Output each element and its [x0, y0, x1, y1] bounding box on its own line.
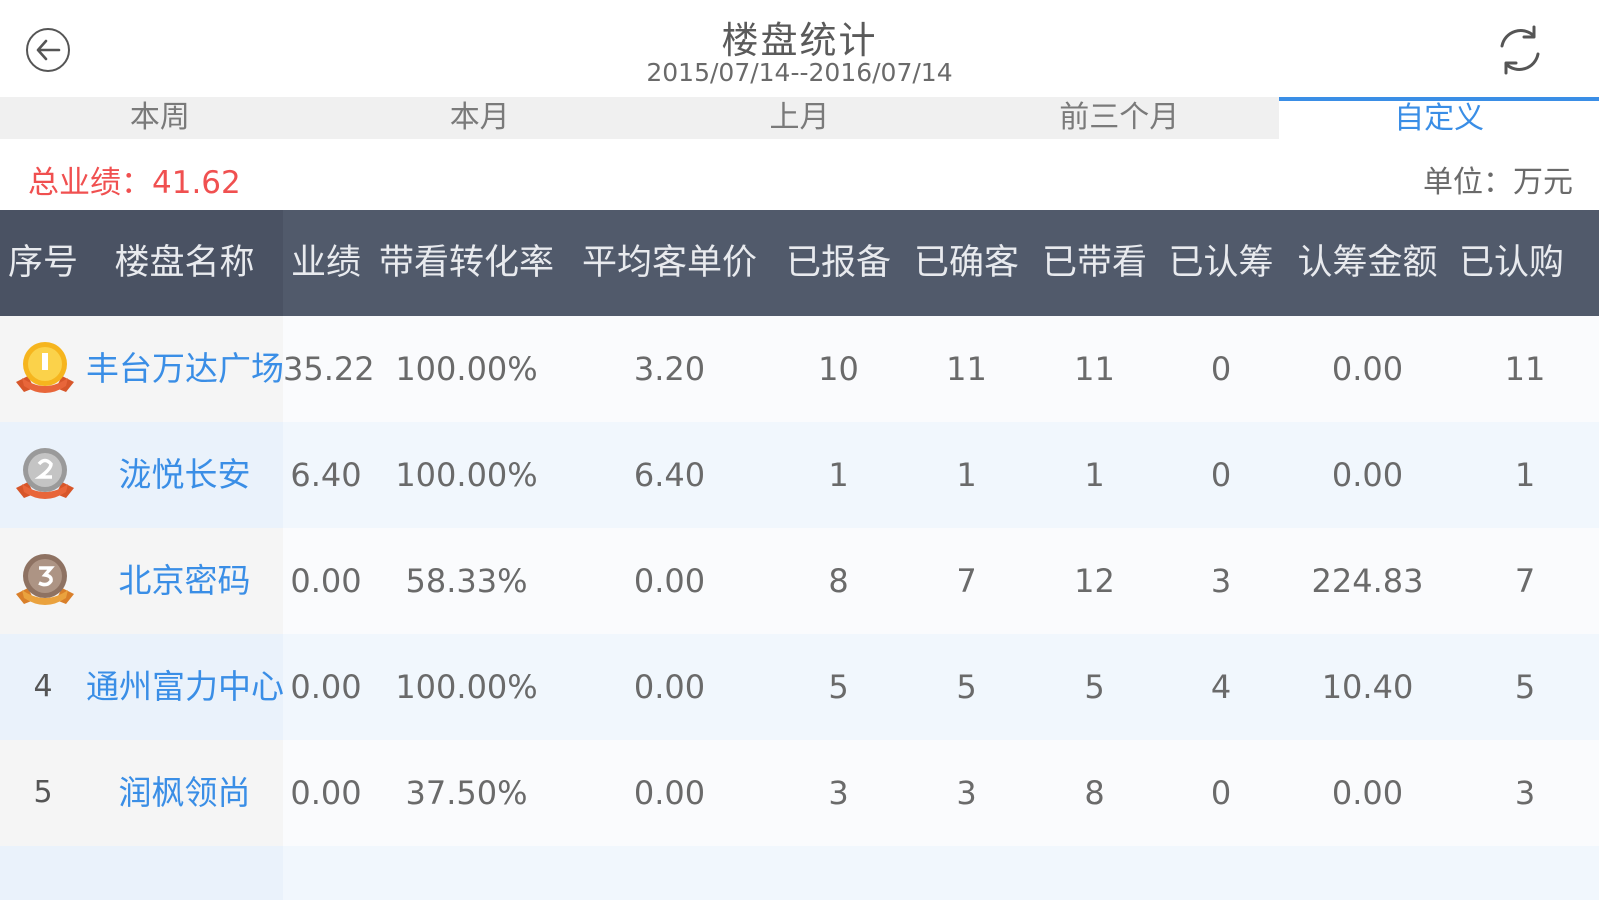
rank-number: 5 — [33, 775, 53, 810]
cell-confirmed: 7 — [956, 562, 977, 600]
cell-conversion: 58.33% — [405, 562, 528, 600]
cell-subscribed: 0 — [1210, 456, 1232, 494]
cell-avg-price: 6.40 — [633, 456, 706, 494]
refresh-icon — [1500, 25, 1540, 75]
nav-header: 楼盘统计 2015/07/14--2016/07/14 — [0, 0, 1599, 97]
cell-subscription-amount: 224.83 — [1311, 562, 1424, 600]
cell-conversion: 100.00% — [395, 350, 538, 388]
cell-performance: 0.00 — [290, 774, 362, 812]
cell-confirmed: 3 — [956, 774, 977, 812]
col-header-subscription-amount[interactable]: 认筹金额 — [1284, 210, 1451, 316]
col-header-avg-price[interactable]: 平均客单价 — [564, 210, 775, 316]
table-header: 序号 楼盘名称 业绩 带看转化率 平均客单价 已报备 已确客 已带看 已认筹 认… — [0, 210, 1599, 316]
col-header-visited[interactable]: 已带看 — [1031, 210, 1158, 316]
bronze-medal-icon — [16, 554, 74, 605]
cell-purchased: 11 — [1504, 350, 1546, 388]
cell-conversion: 37.50% — [405, 774, 528, 812]
cell-performance: 0.00 — [290, 668, 362, 706]
cell-confirmed: 11 — [946, 350, 987, 388]
cell-purchased: 3 — [1514, 774, 1536, 812]
table-row-partial[interactable] — [0, 846, 1599, 900]
col-header-purchased[interactable]: 已认购 — [1451, 210, 1599, 316]
cell-subscription-amount: 0.00 — [1331, 350, 1404, 388]
property-name-link[interactable]: 泷悦长安 — [86, 422, 283, 528]
table-row[interactable]: 北京密码 0.00 58.33% 0.00 8 7 12 3 224.83 7 — [0, 528, 1599, 634]
cell-subscription-amount: 10.40 — [1321, 668, 1414, 706]
property-name-link[interactable]: 润枫领尚 — [86, 740, 283, 846]
cell-confirmed: 1 — [956, 456, 977, 494]
cell-purchased: 5 — [1514, 668, 1536, 706]
col-header-reported[interactable]: 已报备 — [775, 210, 902, 316]
total-performance-label: 总业绩： — [28, 165, 152, 201]
table-row[interactable]: 泷悦长安 6.40 100.00% 6.40 1 1 1 0 0.00 1 — [0, 422, 1599, 528]
rank-number: 4 — [33, 669, 53, 704]
cell-purchased: 1 — [1514, 456, 1536, 494]
property-name-link[interactable]: 丰台万达广场 — [86, 316, 284, 422]
summary-bar: 总业绩：41.62 单位：万元 — [0, 139, 1599, 210]
cell-subscribed: 0 — [1210, 350, 1232, 388]
col-header-subscribed[interactable]: 已认筹 — [1158, 210, 1284, 316]
cell-visited: 8 — [1084, 774, 1105, 812]
tab-last-month[interactable]: 上月 — [640, 97, 960, 139]
col-header-conversion[interactable]: 带看转化率 — [369, 210, 564, 316]
cell-avg-price: 0.00 — [633, 774, 706, 812]
total-performance-value: 41.62 — [152, 165, 241, 201]
cell-reported: 3 — [828, 774, 849, 812]
silver-medal-icon — [16, 448, 74, 499]
cell-purchased: 7 — [1514, 562, 1536, 600]
cell-visited: 12 — [1074, 562, 1115, 600]
cell-visited: 5 — [1084, 668, 1105, 706]
cell-reported: 8 — [828, 562, 849, 600]
unit-label: 单位：万元 — [1423, 165, 1573, 200]
cell-avg-price: 0.00 — [633, 562, 706, 600]
table-row[interactable]: 4 通州富力中心 0.00 100.00% 0.00 5 5 5 4 10.40… — [0, 634, 1599, 740]
cell-visited: 1 — [1084, 456, 1105, 494]
cell-performance: 35.22 — [283, 350, 375, 388]
cell-confirmed: 5 — [956, 668, 977, 706]
cell-reported: 10 — [818, 350, 859, 388]
tab-custom[interactable]: 自定义 — [1279, 97, 1599, 139]
tab-this-month[interactable]: 本月 — [320, 97, 640, 139]
table-row[interactable]: 丰台万达广场 35.22 100.00% 3.20 10 11 11 0 0.0… — [0, 316, 1599, 422]
tab-last-three-months[interactable]: 前三个月 — [959, 97, 1279, 139]
page-title: 楼盘统计 — [721, 19, 878, 62]
cell-conversion: 100.00% — [395, 668, 538, 706]
cell-subscription-amount: 0.00 — [1331, 774, 1404, 812]
fixed-column-cell — [0, 846, 283, 900]
total-performance: 总业绩：41.62 — [28, 157, 241, 202]
cell-reported: 1 — [828, 456, 849, 494]
property-name-link[interactable]: 北京密码 — [86, 528, 283, 634]
cell-reported: 5 — [828, 668, 849, 706]
property-name-link[interactable]: 通州富力中心 — [86, 634, 284, 740]
cell-avg-price: 0.00 — [633, 668, 706, 706]
gold-medal-icon — [16, 342, 74, 393]
cell-conversion: 100.00% — [395, 456, 538, 494]
cell-subscribed: 4 — [1210, 668, 1232, 706]
refresh-button[interactable] — [1494, 24, 1546, 76]
cell-subscribed: 0 — [1210, 774, 1232, 812]
cell-visited: 11 — [1074, 350, 1115, 388]
tab-this-week[interactable]: 本周 — [0, 97, 320, 139]
cell-subscription-amount: 0.00 — [1331, 456, 1404, 494]
period-tabs: 本周 本月 上月 前三个月 自定义 — [0, 97, 1599, 139]
table-row[interactable]: 5 润枫领尚 0.00 37.50% 0.00 3 3 8 0 0.00 3 — [0, 740, 1599, 846]
col-header-name[interactable]: 楼盘名称 — [86, 210, 283, 316]
cell-avg-price: 3.20 — [633, 350, 706, 388]
col-header-performance[interactable]: 业绩 — [283, 210, 369, 316]
cell-performance: 6.40 — [290, 456, 362, 494]
cell-subscribed: 3 — [1210, 562, 1232, 600]
col-header-confirmed[interactable]: 已确客 — [902, 210, 1031, 316]
cell-performance: 0.00 — [290, 562, 362, 600]
col-header-rank[interactable]: 序号 — [0, 210, 86, 316]
date-range: 2015/07/14--2016/07/14 — [646, 58, 953, 87]
